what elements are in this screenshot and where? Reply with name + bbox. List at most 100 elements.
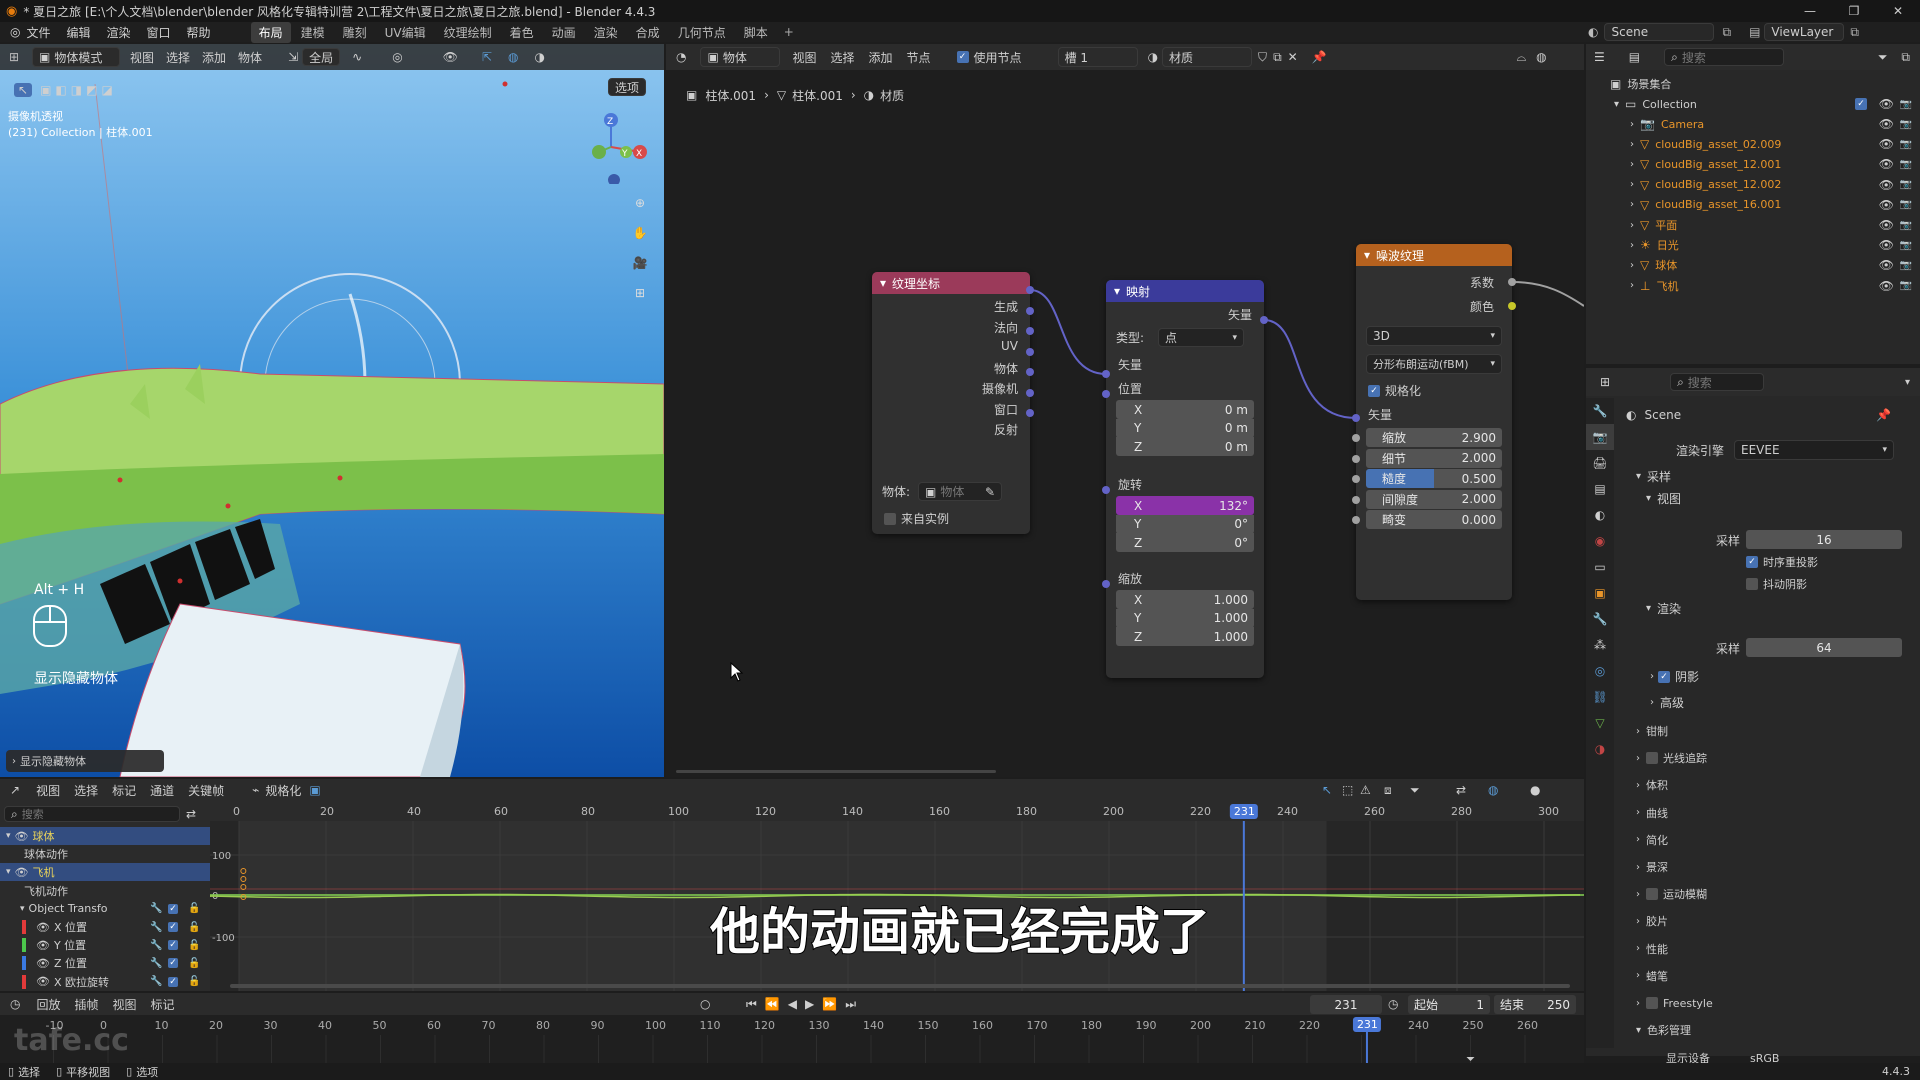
properties-section[interactable]: › 体积 — [1586, 774, 1920, 796]
expand-icon[interactable]: › — [1630, 159, 1634, 170]
render-camera-icon[interactable]: 📷 — [1900, 119, 1912, 130]
camera-view-icon[interactable]: 🎥 — [628, 256, 652, 286]
constraints-tab-icon[interactable]: ⛓ — [1586, 684, 1614, 710]
from-instancer-checkbox[interactable] — [884, 512, 896, 525]
viewport-3d[interactable]: ⊞ ▣ 物体模式 视图 选择 添加 物体 ⇲ 全局 ∿ ◎ 👁 ⇱ ◍ ◑ ↖ ▣ ◧ … — [0, 44, 664, 777]
auto-normalize-icon[interactable]: ▣ — [309, 783, 320, 797]
expand-icon[interactable]: › — [1636, 834, 1640, 845]
render-camera-icon[interactable]: 📷 — [1900, 280, 1912, 291]
expand-icon[interactable]: › — [1636, 726, 1640, 737]
world-tab-icon[interactable]: ◉ — [1586, 528, 1614, 554]
properties-section[interactable]: › 曲线 — [1586, 802, 1920, 824]
output-tab-icon[interactable]: 🖨 — [1586, 450, 1614, 476]
node-socket[interactable] — [1026, 409, 1034, 417]
close-button[interactable]: ✕ — [1876, 4, 1920, 18]
visibility-eye-icon[interactable]: 👁 — [1879, 238, 1894, 252]
channel-search[interactable]: ⌕ 搜索 — [4, 806, 180, 822]
display-mode-icon[interactable]: ▤ — [1629, 50, 1640, 64]
expand-icon[interactable]: ▾ — [1636, 1025, 1641, 1036]
temporal-reprojection-checkbox[interactable]: ✓ — [1746, 556, 1758, 568]
properties-section[interactable]: › 蜡笔 — [1586, 965, 1920, 987]
timeline-playhead-frame[interactable]: 231 — [1357, 1018, 1378, 1031]
start-frame-field[interactable]: 起始 1 — [1408, 995, 1490, 1014]
scene-selector[interactable]: Scene — [1604, 23, 1715, 41]
timeline-menu-item[interactable]: 标记 — [151, 996, 175, 1013]
minimize-button[interactable]: — — [1788, 4, 1832, 18]
node-socket[interactable] — [1026, 286, 1034, 294]
node-socket[interactable] — [1352, 475, 1360, 483]
workspace-tab[interactable]: UV编辑 — [377, 22, 434, 43]
node-socket[interactable] — [1508, 302, 1516, 310]
expand-icon[interactable]: ▾ — [1646, 603, 1651, 614]
node-socket[interactable] — [1352, 434, 1360, 442]
properties-section[interactable]: › 钳制 — [1586, 720, 1920, 742]
collapse-icon[interactable]: ▾ — [1114, 284, 1120, 298]
mode-selector[interactable]: ▣ 物体模式 — [32, 47, 120, 67]
node-socket[interactable] — [1260, 316, 1268, 324]
editor-type-icon[interactable]: ⊞ — [1600, 375, 1610, 389]
vector-field-z[interactable]: Z 0° — [1116, 533, 1254, 552]
expand-icon[interactable]: › — [1630, 220, 1634, 231]
select-invert-icon[interactable]: ◩ — [86, 83, 97, 97]
viewport-menu-item[interactable]: 视图 — [130, 49, 154, 66]
outliner-search[interactable]: ⌕ 搜索 — [1664, 48, 1785, 66]
object-tab-icon[interactable]: ▣ — [1586, 580, 1614, 606]
operator-panel[interactable]: › 显示隐藏物体 — [6, 750, 164, 772]
vector-field-y[interactable]: Y 0° — [1116, 514, 1254, 534]
properties-section[interactable]: › 光线追踪 — [1586, 747, 1920, 769]
channel-row[interactable]: 👁 X 欧拉旋转 🔧 ✓ 🔓 — [0, 973, 210, 991]
proportional-icon[interactable]: ◍ — [1488, 783, 1498, 797]
node-socket[interactable] — [1508, 278, 1516, 286]
workspace-tab[interactable]: 建模 — [293, 22, 333, 43]
particles-tab-icon[interactable]: ⁂ — [1586, 632, 1614, 658]
transform-pivot-icon[interactable]: ⇲ — [288, 50, 298, 64]
outliner-item[interactable]: › ☀ 日光 👁 📷 — [1586, 235, 1920, 255]
new-collection-icon[interactable]: ⧉ — [1901, 50, 1910, 65]
next-keyframe-icon[interactable]: ⏩ — [822, 997, 837, 1011]
render-tab-icon[interactable]: 📷 — [1586, 424, 1614, 450]
workspace-tab[interactable]: 几何节点 — [670, 22, 734, 43]
select-subtract-icon[interactable]: ◨ — [71, 83, 82, 97]
collection-tab-icon[interactable]: ▭ — [1586, 554, 1614, 580]
outliner-item[interactable]: › ▽ 平面 👁 📷 — [1586, 215, 1920, 235]
editor-type-icon[interactable]: ⊞ — [6, 49, 22, 65]
graph-menu-item[interactable]: 视图 — [36, 782, 60, 799]
errors-icon[interactable]: ⚠ — [1360, 783, 1371, 797]
expand-icon[interactable]: › — [1636, 862, 1640, 873]
workspace-tab[interactable]: 脚本 — [736, 22, 776, 43]
noise-param-field[interactable]: 糙度 0.500 — [1366, 469, 1502, 488]
timeline-menu-item[interactable]: 插帧 — [75, 996, 99, 1013]
prev-keyframe-icon[interactable]: ⏪ — [765, 997, 780, 1011]
pin-icon[interactable]: 📌 — [1876, 408, 1891, 422]
proportional-edit-icon[interactable]: ◎ — [392, 50, 402, 64]
outliner-item[interactable]: › ▽ cloudBig_asset_02.009 👁 📷 — [1586, 134, 1920, 154]
properties-section[interactable]: › 景深 — [1586, 856, 1920, 878]
expand-icon[interactable]: › — [1630, 280, 1634, 291]
workspace-tab[interactable]: 合成 — [628, 22, 668, 43]
pivot-icon[interactable]: ⧈ — [1384, 783, 1392, 798]
snap-icon[interactable]: ∿ — [352, 50, 362, 64]
node-editor-scrollbar[interactable] — [676, 770, 996, 773]
visibility-eye-icon[interactable]: 👁 — [1879, 117, 1894, 131]
select-box-icon[interactable]: ▣ — [40, 83, 51, 97]
noise-param-field[interactable]: 畸变 0.000 — [1366, 510, 1502, 529]
node-socket[interactable] — [1026, 368, 1034, 376]
workspace-tab[interactable]: 雕刻 — [335, 22, 375, 43]
filter-icon[interactable]: ⏷ — [1878, 50, 1888, 65]
perspective-toggle-icon[interactable]: ⊞ — [628, 286, 652, 316]
menu-item[interactable]: 渲染 — [107, 24, 131, 41]
transform-orientation[interactable]: 全局 — [302, 48, 341, 66]
outliner-item[interactable]: › ▽ cloudBig_asset_12.001 👁 📷 — [1586, 154, 1920, 174]
menu-item[interactable]: 文件 — [26, 24, 50, 41]
node-socket[interactable] — [1352, 414, 1360, 422]
outliner-item[interactable]: › ▽ cloudBig_asset_12.002 👁 📷 — [1586, 175, 1920, 195]
editor-type-icon[interactable]: ◷ — [10, 997, 20, 1011]
visibility-eye-icon[interactable]: 👁 — [1879, 137, 1894, 151]
expand-icon[interactable]: ▾ — [1646, 493, 1651, 504]
noise-param-field[interactable]: 缩放 2.900 — [1366, 428, 1502, 447]
menu-item[interactable]: 窗口 — [147, 24, 171, 41]
outliner-collection[interactable]: ▾ ▭ Collection ✓ 👁 📷 — [1586, 94, 1920, 114]
swap-icon[interactable]: ⇄ — [186, 807, 196, 821]
node-socket[interactable] — [1102, 390, 1110, 398]
viewport-menu-item[interactable]: 物体 — [238, 49, 262, 66]
